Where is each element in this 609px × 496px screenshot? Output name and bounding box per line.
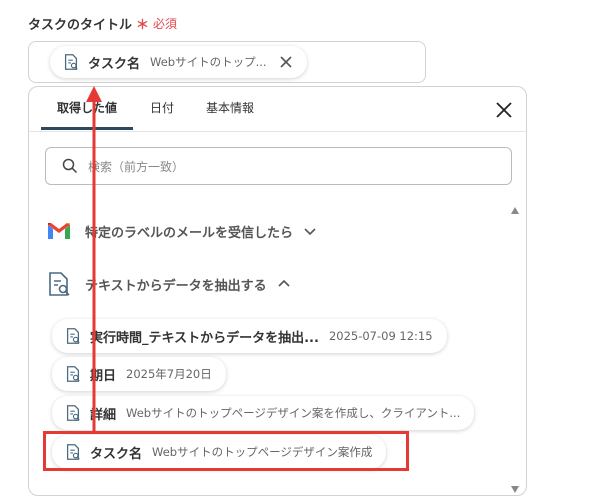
chip-value: Webサイトのトップ...: [150, 55, 267, 69]
section-title: テキストからデータを抽出する: [85, 278, 267, 294]
remove-icon[interactable]: [279, 55, 293, 69]
search-icon: [62, 158, 78, 174]
document-search-icon: [49, 272, 70, 296]
tab-basic-info[interactable]: 基本情報: [206, 99, 254, 116]
list-item[interactable]: 実行時間_テキストからデータを抽出... 2025-07-09 12:15: [52, 319, 447, 353]
item-name: 実行時間_テキストからデータを抽出...: [90, 330, 319, 346]
document-search-icon: [66, 405, 80, 421]
close-icon[interactable]: [495, 101, 513, 119]
tab-date[interactable]: 日付: [150, 99, 174, 116]
highlight-box: [43, 431, 409, 471]
section-title: 特定のラベルのメールを受信したら: [85, 225, 294, 241]
list-item[interactable]: 詳細 Webサイトのトップページデザイン案を作成し、クライアント...: [52, 396, 475, 430]
selected-value-chip[interactable]: タスク名 Webサイトのトップ...: [50, 46, 307, 78]
search-input[interactable]: [86, 156, 490, 178]
required-mark: ＊: [136, 18, 150, 33]
item-value: Webサイトのトップページデザイン案を作成し、クライアント...: [126, 406, 461, 420]
chevron-down-icon: [304, 228, 316, 236]
gmail-icon: [48, 223, 70, 239]
list-item[interactable]: 期日 2025年7月20日: [52, 357, 226, 391]
document-search-icon: [66, 328, 80, 344]
field-label: タスクのタイトル ＊ 必須: [28, 14, 177, 33]
document-search-icon: [66, 366, 80, 382]
arrow-up-icon: [86, 86, 102, 434]
item-value: 2025年7月20日: [126, 367, 212, 381]
field-label-text: タスクのタイトル: [28, 18, 133, 33]
search-box: [45, 147, 512, 185]
chevron-up-icon: [278, 279, 290, 287]
document-search-icon: [64, 54, 78, 70]
item-value: 2025-07-09 12:15: [328, 329, 433, 343]
scrollbar[interactable]: [510, 205, 520, 495]
required-text: 必須: [153, 17, 178, 31]
chip-name: タスク名: [88, 56, 141, 72]
